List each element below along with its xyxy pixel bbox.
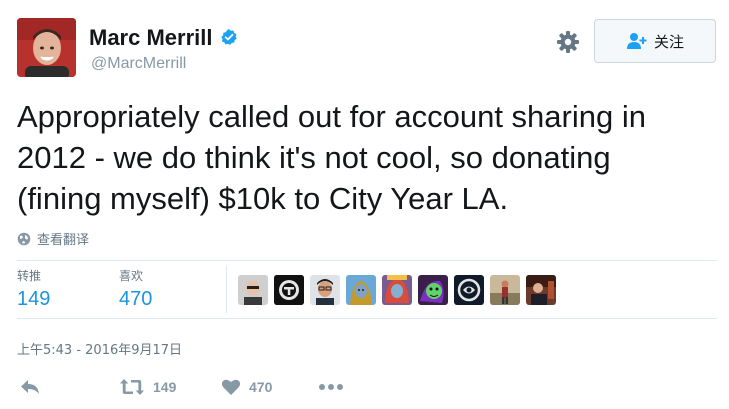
gear-icon[interactable] [556,30,580,54]
like-count: 470 [249,379,273,395]
retweet-count: 149 [153,379,177,395]
stats-separator [226,265,227,313]
likes-stat-label: 喜欢 [119,269,144,283]
heart-icon [221,379,241,395]
tweet-text: Appropriately called out for account sha… [17,96,717,219]
likes-stat[interactable]: 喜欢 470 [119,267,152,311]
more-button[interactable] [318,378,344,396]
retweet-icon [120,379,144,395]
divider [17,318,717,319]
retweets-stat[interactable]: 转推 149 [17,267,50,311]
translate-link[interactable]: 查看翻译 [17,229,89,248]
liker-avatar[interactable] [490,275,520,305]
retweets-stat-label: 转推 [17,269,42,283]
tweet-timestamp[interactable]: 上午5:43 - 2016年9月17日 [17,339,182,358]
liker-avatar[interactable] [418,275,448,305]
liker-avatar[interactable] [238,275,268,305]
tweet-text-line: 2012 - we do think it's not cool, so don… [17,140,611,175]
reply-button[interactable] [19,378,41,396]
retweet-button[interactable]: 149 [119,378,176,396]
likes-stat-value: 470 [119,288,153,310]
follow-button-label: 关注 [653,32,684,51]
avatar-image [17,18,76,77]
liker-avatar[interactable] [310,275,340,305]
liker-avatar[interactable] [382,275,412,305]
liker-avatar[interactable] [454,275,484,305]
follow-button[interactable]: 关注 [594,19,716,63]
author-display-name[interactable]: Marc Merrill [89,25,213,51]
tweet-text-line: (fining myself) $10k to City Year LA. [17,181,509,216]
translate-label: 查看翻译 [37,233,90,248]
divider [17,260,717,261]
more-icon [319,384,343,390]
likers-avatars [238,275,556,305]
retweets-stat-value: 149 [17,288,51,310]
globe-icon [17,232,31,245]
liker-avatar[interactable] [526,275,556,305]
tweet-text-line: Appropriately called out for account sha… [17,99,646,134]
reply-icon [21,380,39,394]
avatar[interactable] [17,18,76,77]
verified-badge-icon [221,29,237,45]
like-button[interactable]: 470 [221,378,272,396]
add-user-icon [626,33,647,49]
liker-avatar[interactable] [274,275,304,305]
author-handle[interactable]: @MarcMerrill [91,55,186,73]
liker-avatar[interactable] [346,275,376,305]
